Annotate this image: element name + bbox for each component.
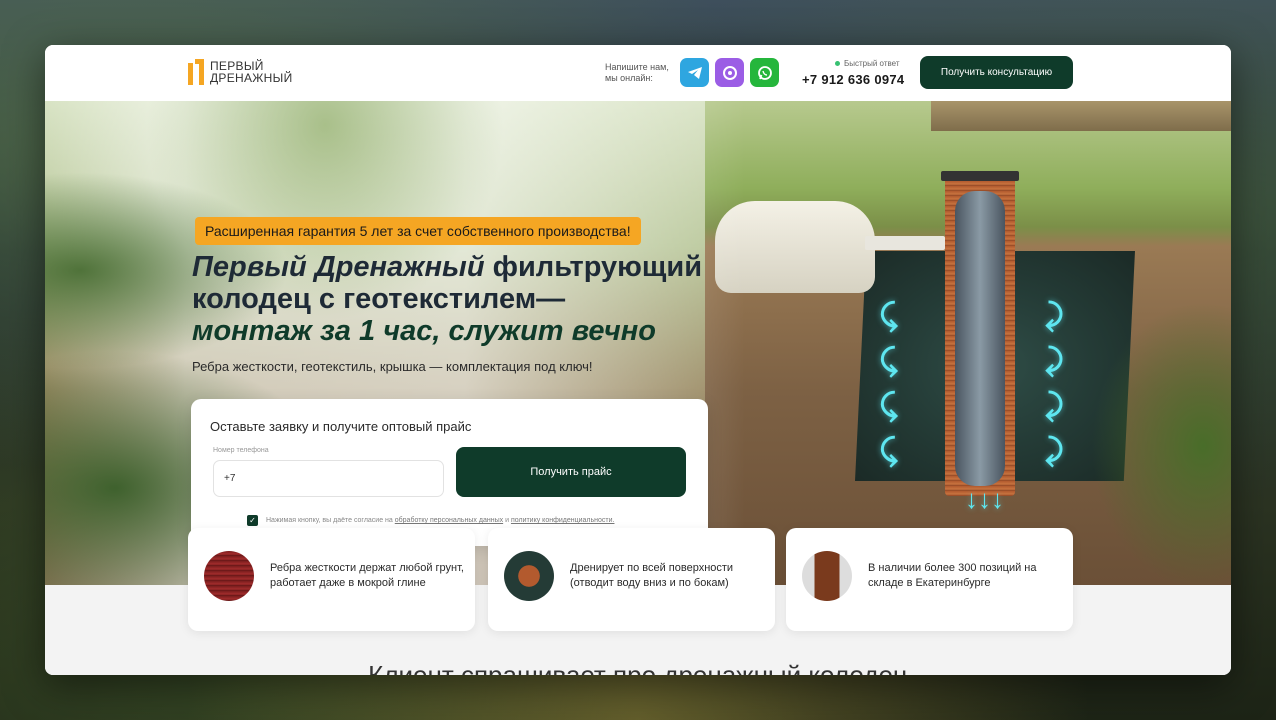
feature-card: В наличии более 300 позиций на складе в …	[786, 528, 1073, 631]
consent-text: Нажимая кнопку, вы даёте согласие на обр…	[266, 517, 615, 524]
site-header: ПЕРВЫЙ ДРЕНАЖНЫЙ Напишите нам, мы онлайн…	[45, 45, 1231, 101]
hero-title: Первый Дренажный фильтрующий колодец с г…	[192, 251, 752, 347]
fast-reply-status: Быстрый ответ	[835, 59, 900, 68]
feature-image	[504, 551, 554, 601]
water-arrow-icon: ⤹	[880, 434, 898, 467]
water-arrow-icon: ⤹	[880, 344, 898, 377]
personal-data-link[interactable]: обработку персональных данных	[395, 517, 503, 524]
consent-row: ✓ Нажимая кнопку, вы даёте согласие на о…	[247, 515, 614, 526]
whatsapp-icon[interactable]	[750, 58, 779, 87]
water-arrow-icon: ⤹	[880, 389, 898, 422]
hero-title-accent: монтаж за 1 час, служит вечно	[192, 315, 656, 347]
hero-illustration-trees	[1091, 301, 1231, 585]
logo-text: ПЕРВЫЙ ДРЕНАЖНЫЙ	[210, 60, 293, 84]
hero-section: ⤹ ⤹ ⤹ ⤹ ⤸ ⤸ ⤸ ⤸ ↓↓↓ Расширенная гарантия…	[45, 101, 1231, 585]
warranty-badge: Расширенная гарантия 5 лет за счет собст…	[195, 217, 641, 245]
phone-link[interactable]: +7 912 636 0974	[802, 72, 904, 87]
next-section-heading: Клиент спрашивает про дренажный колодец	[368, 660, 908, 675]
hero-title-brand: Первый Дренажный	[192, 251, 485, 283]
water-arrow-icon: ⤸	[1045, 434, 1063, 467]
feature-text: Дренирует по всей поверхности (отводит в…	[570, 562, 734, 589]
phone-field-label: Номер телефона	[213, 447, 269, 454]
browser-window: ПЕРВЫЙ ДРЕНАЖНЫЙ Напишите нам, мы онлайн…	[45, 45, 1231, 675]
write-us-label: Напишите нам, мы онлайн:	[605, 62, 669, 83]
water-arrow-icon: ⤹	[880, 299, 898, 332]
feature-image	[204, 551, 254, 601]
feature-image	[802, 551, 852, 601]
logo-line2: ДРЕНАЖНЫЙ	[210, 71, 293, 85]
price-request-form: Оставьте заявку и получите оптовый прайс…	[191, 399, 708, 546]
privacy-policy-link[interactable]: политику конфиденциальности.	[511, 517, 615, 524]
hero-illustration-house	[931, 101, 1231, 131]
hero-illustration-pipe	[865, 236, 945, 250]
water-down-arrow-icon: ↓↓↓	[965, 484, 1004, 514]
feature-text: Ребра жесткости держат любой грунт, рабо…	[270, 562, 464, 589]
form-title: Оставьте заявку и получите оптовый прайс	[210, 419, 472, 434]
telegram-icon[interactable]	[680, 58, 709, 87]
hero-subtitle: Ребра жесткости, геотекстиль, крышка — к…	[192, 359, 593, 374]
max-messenger-icon[interactable]	[715, 58, 744, 87]
logo-mark-icon	[188, 59, 204, 85]
feature-text: В наличии более 300 позиций на складе в …	[868, 562, 1037, 589]
hero-illustration-well-inner	[955, 191, 1005, 486]
fast-reply-label: Быстрый ответ	[844, 59, 900, 68]
consult-button[interactable]: Получить консультацию	[920, 56, 1073, 89]
online-dot-icon	[835, 61, 840, 66]
feature-card: Дренирует по всей поверхности (отводит в…	[488, 528, 775, 631]
phone-input[interactable]	[213, 460, 444, 497]
water-arrow-icon: ⤸	[1045, 299, 1063, 332]
water-arrow-icon: ⤸	[1045, 344, 1063, 377]
consent-checkbox[interactable]: ✓	[247, 515, 258, 526]
water-arrow-icon: ⤸	[1045, 389, 1063, 422]
get-price-button[interactable]: Получить прайс	[456, 447, 686, 497]
hero-illustration-well-cap	[941, 171, 1019, 181]
feature-card: Ребра жесткости держат любой грунт, рабо…	[188, 528, 475, 631]
logo[interactable]: ПЕРВЫЙ ДРЕНАЖНЫЙ	[188, 59, 293, 85]
